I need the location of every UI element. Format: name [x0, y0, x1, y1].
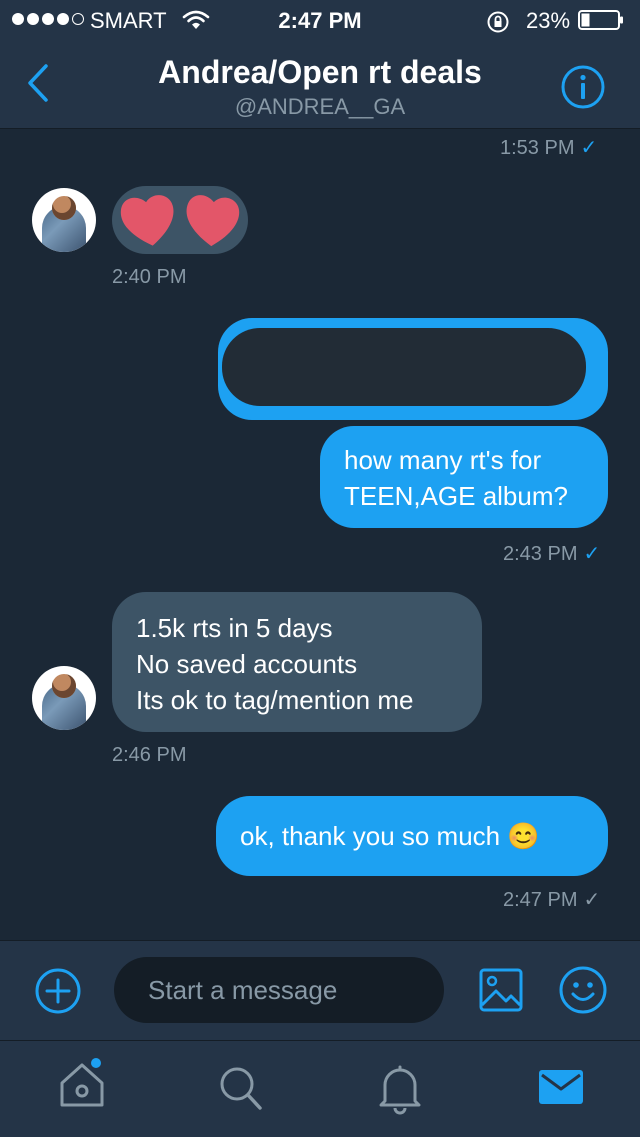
message-bubble-incoming[interactable] [112, 186, 248, 254]
battery-percent: 23% [526, 8, 571, 33]
conversation-title[interactable]: Andrea/Open rt deals [100, 54, 540, 91]
message-bubble-outgoing[interactable]: ok, thank you so much 😊 [216, 796, 608, 876]
conversation-handle: @ANDREA__GA [234, 94, 406, 119]
avatar[interactable] [32, 666, 96, 730]
info-icon[interactable] [560, 64, 606, 110]
chevron-left-icon[interactable] [24, 62, 54, 104]
bell-icon[interactable] [376, 1061, 424, 1115]
message-timestamp: 1:53 PM ✓ [500, 137, 598, 159]
message-input[interactable] [114, 957, 444, 1023]
message-text-line: 1.5k rts in 5 days [136, 613, 333, 643]
message-timestamp: 2:47 PM ✓ [503, 889, 601, 911]
message-timestamp: 2:40 PM [112, 266, 187, 288]
rotation-lock-icon [487, 11, 509, 33]
message-text-line: No saved accounts [136, 649, 358, 679]
home-icon[interactable] [56, 1057, 108, 1113]
message-timestamp: 2:43 PM ✓ [503, 543, 601, 565]
message-text-line: ok, thank you so much 😊 [240, 821, 540, 851]
battery-icon [578, 10, 623, 30]
notification-badge [91, 1058, 101, 1068]
emoji-icon[interactable] [558, 965, 608, 1015]
avatar[interactable] [32, 188, 96, 252]
message-bubble-incoming[interactable]: 1.5k rts in 5 days No saved accounts Its… [112, 592, 482, 732]
message-bubble-outgoing[interactable] [218, 318, 608, 420]
message-text-line: Its ok to tag/mention me [136, 685, 414, 715]
plus-circle-icon[interactable] [34, 967, 82, 1015]
message-composer [0, 940, 640, 1041]
redacted-content [222, 328, 586, 406]
conversation-header: Andrea/Open rt deals @ANDREA__GA [0, 40, 640, 129]
tab-bar [0, 1040, 640, 1137]
sent-check-icon: ✓ [583, 543, 601, 565]
message-bubble-outgoing[interactable]: how many rt's for TEEN,AGE album? [320, 426, 608, 528]
message-text-line: how many rt's for [344, 445, 542, 475]
read-check-icon: ✓ [583, 889, 601, 911]
status-bar: SMART 2:47 PM 23% [0, 0, 640, 40]
search-icon[interactable] [216, 1063, 264, 1113]
heart-sticker-icon [120, 195, 240, 247]
image-icon[interactable] [478, 967, 524, 1013]
mail-icon[interactable] [538, 1069, 584, 1105]
message-timestamp: 2:46 PM [112, 744, 187, 766]
sent-check-icon: ✓ [580, 137, 598, 159]
message-text-line: TEEN,AGE album? [344, 481, 568, 511]
